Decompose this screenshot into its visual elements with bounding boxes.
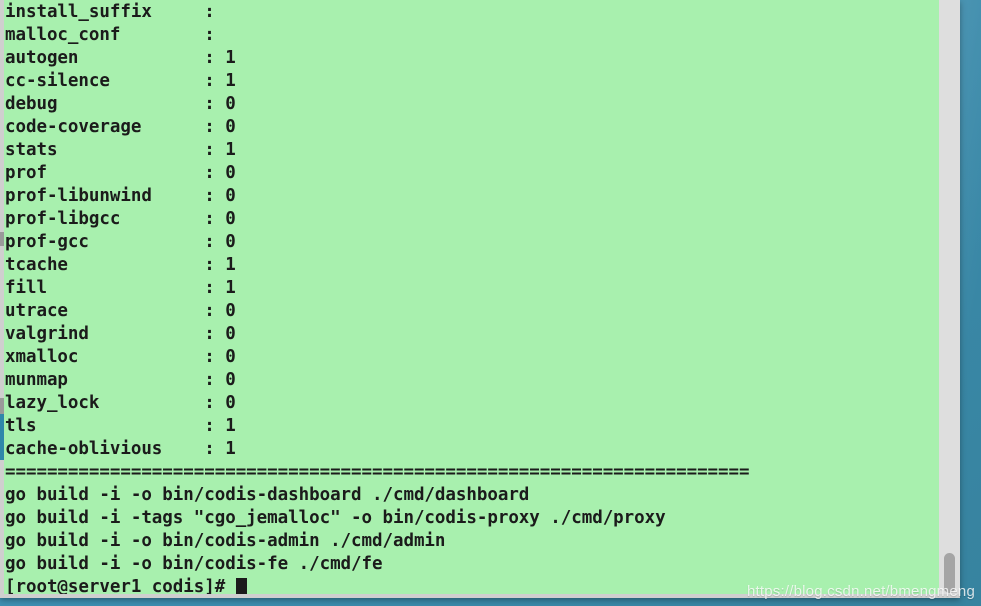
config-row: prof-gcc : 0 <box>5 232 236 252</box>
config-row: utrace : 0 <box>5 301 236 321</box>
config-row: tcache : 1 <box>5 255 236 275</box>
config-row: autogen : 1 <box>5 48 236 68</box>
config-row: munmap : 0 <box>5 370 236 390</box>
config-row: malloc_conf : <box>5 25 215 45</box>
frame-marker-c <box>0 414 4 460</box>
frame-marker-a <box>0 232 4 246</box>
frame-marker-b <box>0 398 4 414</box>
shell-prompt-line[interactable]: [root@server1 codis]# <box>5 576 935 594</box>
terminal-cursor <box>235 578 247 594</box>
build-command-line: go build -i -o bin/codis-admin ./cmd/adm… <box>5 531 446 551</box>
config-row: xmalloc : 0 <box>5 347 236 367</box>
terminal-output[interactable]: install_suffix : malloc_conf : autogen : 1… <box>4 0 935 594</box>
config-row: debug : 0 <box>5 94 236 114</box>
terminal-window[interactable]: install_suffix : malloc_conf : autogen : 1… <box>0 0 960 598</box>
config-row: tls : 1 <box>5 416 236 436</box>
config-row: stats : 1 <box>5 140 236 160</box>
config-row: code-coverage : 0 <box>5 117 236 137</box>
config-row: install_suffix : <box>5 2 215 22</box>
shell-prompt: [root@server1 codis]# <box>5 577 236 594</box>
build-command-line: go build -i -o bin/codis-dashboard ./cmd… <box>5 485 530 505</box>
build-command-line: go build -i -tags "cgo_jemalloc" -o bin/… <box>5 508 666 528</box>
window-bottom-frame <box>0 594 960 598</box>
config-row: prof : 0 <box>5 163 236 183</box>
config-row: prof-libunwind : 0 <box>5 186 236 206</box>
build-command-line: go build -i -o bin/codis-fe ./cmd/fe <box>5 554 383 574</box>
window-left-frame <box>0 0 4 598</box>
config-row: cc-silence : 1 <box>5 71 236 91</box>
config-row: cache-oblivious : 1 <box>5 439 236 459</box>
config-row: valgrind : 0 <box>5 324 236 344</box>
scrollbar-thumb[interactable] <box>944 553 955 593</box>
config-row: lazy_lock : 0 <box>5 393 236 413</box>
terminal-scrollbar[interactable] <box>939 0 960 594</box>
separator-line: ========================================… <box>5 462 750 482</box>
config-row: fill : 1 <box>5 278 236 298</box>
config-row: prof-libgcc : 0 <box>5 209 236 229</box>
